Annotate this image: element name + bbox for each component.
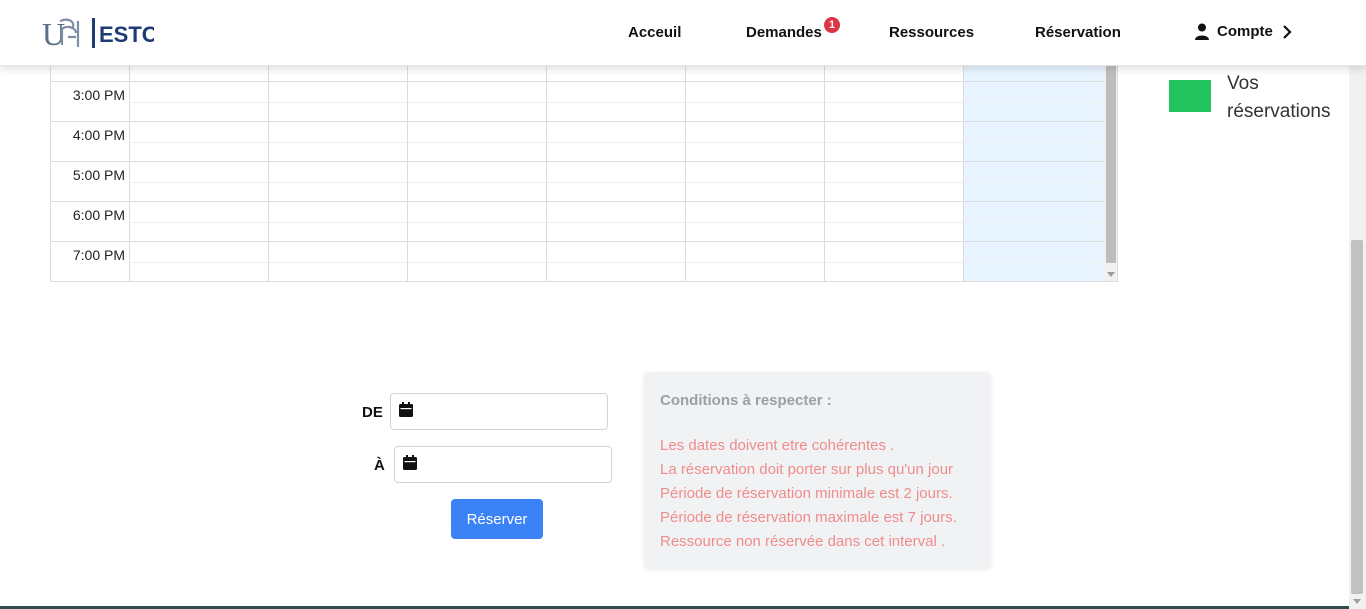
chevron-right-icon xyxy=(1283,24,1292,39)
page-scroll-thumb[interactable] xyxy=(1351,240,1363,594)
calendar-row xyxy=(51,281,1103,282)
nav-reservation[interactable]: Réservation xyxy=(1035,24,1121,41)
conditions-panel: Conditions à respecter : Les dates doive… xyxy=(644,372,991,569)
calendar-row: 4:00 PM xyxy=(51,121,1103,161)
account-menu[interactable]: Compte xyxy=(1194,23,1294,40)
calendar-row: 6:00 PM xyxy=(51,201,1103,241)
condition-item: Les dates doivent etre cohérentes . xyxy=(660,437,895,454)
calendar-icon xyxy=(403,455,417,470)
time-label: 5:00 PM xyxy=(72,167,125,183)
day-column-divider xyxy=(824,61,825,281)
calendar-scroll-thumb[interactable] xyxy=(1106,61,1116,263)
top-navbar: U ESTC Acceuil Demandes 1 Ressources Rés… xyxy=(0,0,1366,66)
nav-demandes[interactable]: Demandes xyxy=(746,24,822,41)
conditions-list: Les dates doivent etre cohérentes . La r… xyxy=(660,434,957,554)
condition-item: Ressource non réservée dans cet interval… xyxy=(660,533,946,550)
to-date-field[interactable] xyxy=(394,446,612,483)
nav-ressources[interactable]: Ressources xyxy=(889,24,974,41)
day-column-divider xyxy=(407,61,408,281)
calendar-icon xyxy=(399,402,413,417)
user-icon xyxy=(1195,23,1209,40)
calendar-row: 5:00 PM xyxy=(51,161,1103,201)
conditions-title: Conditions à respecter : xyxy=(660,392,832,409)
condition-item: Période de réservation minimale est 2 jo… xyxy=(660,485,953,502)
from-date-field[interactable] xyxy=(390,393,608,430)
notification-badge: 1 xyxy=(824,17,840,33)
brand-text: ESTC xyxy=(99,22,154,47)
to-label: À xyxy=(374,457,385,474)
legend-swatch xyxy=(1169,80,1211,112)
day-column-divider xyxy=(685,61,686,281)
reserve-button[interactable]: Réserver xyxy=(451,499,543,539)
time-label: 6:00 PM xyxy=(72,207,125,223)
calendar-row: 3:00 PM xyxy=(51,81,1103,121)
condition-item: Période de réservation maximale est 7 jo… xyxy=(660,509,957,526)
calendar-row: 7:00 PM xyxy=(51,241,1103,281)
scroll-down-arrow-icon[interactable] xyxy=(1107,272,1115,277)
scroll-down-arrow-icon[interactable] xyxy=(1353,599,1361,604)
from-date-input[interactable] xyxy=(421,394,601,429)
legend-label: Vos réservations xyxy=(1227,73,1331,122)
time-label: 7:00 PM xyxy=(72,247,125,263)
day-column-divider xyxy=(546,61,547,281)
to-date-input[interactable] xyxy=(425,447,605,482)
time-label: 4:00 PM xyxy=(72,127,125,143)
estc-logo[interactable]: U ESTC xyxy=(42,15,154,51)
nav-acceuil[interactable]: Acceuil xyxy=(628,24,681,41)
day-column-divider xyxy=(963,61,964,281)
condition-item: La réservation doit porter sur plus qu'u… xyxy=(660,461,954,478)
time-column-divider xyxy=(129,61,130,281)
day-column-divider xyxy=(268,61,269,281)
from-label: DE xyxy=(362,404,383,421)
time-label: 3:00 PM xyxy=(72,87,125,103)
page-scrollbar[interactable] xyxy=(1349,0,1366,609)
account-label: Compte xyxy=(1217,23,1273,40)
calendar-scrollbar[interactable] xyxy=(1103,61,1117,281)
reservation-calendar: 3:00 PM 4:00 PM 5:00 PM 6:00 PM 7:00 PM xyxy=(50,60,1118,282)
